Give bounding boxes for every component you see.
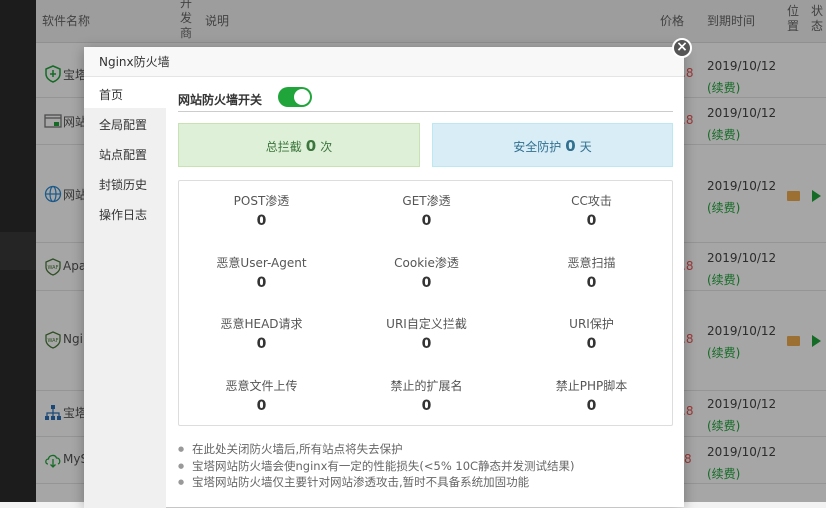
stat-cell: POST渗透 0 [179,192,344,229]
stat-label: GET渗透 [402,194,451,208]
stat-label: POST渗透 [233,194,290,208]
stat-cell: 恶意文件上传 0 [179,377,344,414]
sidebar-item-site-config[interactable]: 站点配置 [99,146,147,163]
stat-value: 0 [256,398,267,414]
stat-value: 0 [421,275,432,291]
stat-value: 0 [586,213,597,229]
stat-value: 0 [256,336,267,352]
note-item: 在此处关闭防火墙后,所有站点将失去保护 [178,441,687,458]
firewall-toggle[interactable] [278,87,312,107]
stat-label: 恶意扫描 [567,256,616,270]
sidebar-active-bg [84,78,166,108]
stat-cell: 恶意HEAD请求 0 [179,315,344,352]
dialog-content: 网站防火墙开关 总拦截 0 次 安全防护 0 天 POST渗透 0 GET渗透 0 CC攻击 0 恶… [166,78,684,508]
stat-cell: 恶意扫描 0 [509,254,674,291]
stat-label: 禁止PHP脚本 [555,379,628,393]
safe-days-box: 安全防护 0 天 [432,123,673,167]
stat-cell: URI自定义拦截 0 [344,315,509,352]
stat-value: 0 [586,336,597,352]
divider [178,111,673,112]
stat-cell: URI保护 0 [509,315,674,352]
stat-value: 0 [421,213,432,229]
stat-label: URI自定义拦截 [386,317,467,331]
stat-cell: Cookie渗透 0 [344,254,509,291]
stat-value: 0 [586,275,597,291]
stat-cell: 禁止的扩展名 0 [344,377,509,414]
stat-cell: 禁止PHP脚本 0 [509,377,674,414]
total-block-box: 总拦截 0 次 [178,123,420,167]
stat-label: 恶意HEAD请求 [220,317,303,331]
notes-list: 在此处关闭防火墙后,所有站点将失去保护宝塔网站防火墙会使nginx有一定的性能损… [178,441,687,491]
note-item: 宝塔网站防火墙仅主要针对网站渗透攻击,暂时不具备系统加固功能 [178,474,687,491]
sidebar-item-home[interactable]: 首页 [99,86,123,103]
toggle-knob [294,89,310,105]
stat-cell: GET渗透 0 [344,192,509,229]
dialog-sidebar: 首页 全局配置 站点配置 封锁历史 操作日志 [84,78,166,508]
stat-label: 恶意文件上传 [225,379,298,393]
stat-value: 0 [256,213,267,229]
stat-label: URI保护 [569,317,614,331]
sidebar-item-global-config[interactable]: 全局配置 [99,116,147,133]
stat-label: 禁止的扩展名 [390,379,463,393]
stat-value: 0 [421,336,432,352]
firewall-switch-label: 网站防火墙开关 [178,93,263,107]
total-block-count: 0 [305,137,317,155]
stat-label: 恶意User-Agent [216,256,307,270]
stat-cell: 恶意User-Agent 0 [179,254,344,291]
stat-label: Cookie渗透 [394,256,459,270]
safe-days-count: 0 [565,137,576,155]
dialog-title: Nginx防火墙 [84,47,684,77]
stat-cell: CC攻击 0 [509,192,674,229]
stat-value: 0 [421,398,432,414]
close-icon[interactable]: × [672,38,692,58]
stat-label: CC攻击 [571,194,612,208]
sidebar-item-block-history[interactable]: 封锁历史 [99,176,147,193]
attack-stats-grid: POST渗透 0 GET渗透 0 CC攻击 0 恶意User-Agent 0 Cookie渗透 0… [178,180,673,426]
sidebar-item-operation-log[interactable]: 操作日志 [99,206,147,223]
stat-value: 0 [586,398,597,414]
stat-value: 0 [256,275,267,291]
note-item: 宝塔网站防火墙会使nginx有一定的性能损失(<5% 10C静态并发测试结果) [178,458,687,475]
nginx-firewall-dialog: Nginx防火墙 首页 全局配置 站点配置 封锁历史 操作日志 网站防火墙开关 … [84,47,684,508]
